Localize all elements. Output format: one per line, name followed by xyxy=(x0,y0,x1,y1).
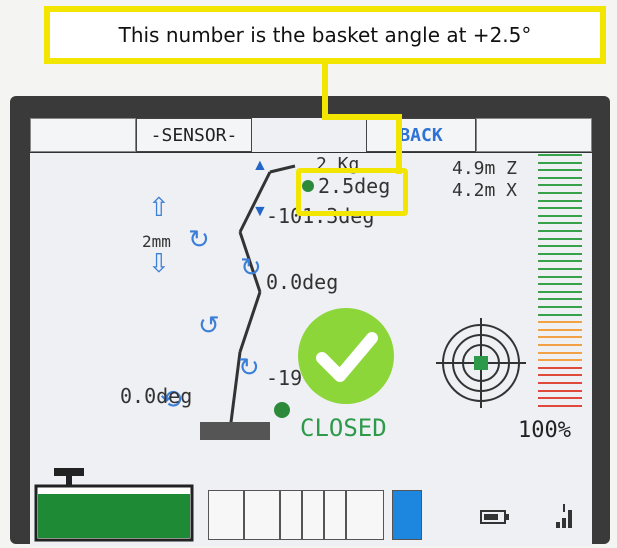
gauge-line xyxy=(538,328,582,331)
gauge-line xyxy=(538,404,582,407)
gauge-line xyxy=(538,199,582,202)
gauge-line xyxy=(538,359,582,362)
gauge-line xyxy=(538,230,582,232)
gauge-line xyxy=(538,237,582,240)
segment-4 xyxy=(302,490,324,540)
gauge-percent: 100% xyxy=(518,418,571,443)
callout-connector-horizontal xyxy=(322,114,402,120)
gauge-line xyxy=(538,366,582,369)
back-button[interactable]: BACK xyxy=(366,118,476,152)
callout-connector-down xyxy=(396,114,402,174)
target-icon xyxy=(436,318,526,408)
gauge-line xyxy=(538,351,582,354)
fuel-tank-icon xyxy=(34,468,194,542)
tab-blank-left[interactable] xyxy=(30,118,136,152)
height-readout: 2mm xyxy=(142,232,171,251)
extend-up-icon: ⇧ xyxy=(148,192,170,222)
gauge-line xyxy=(538,283,582,286)
segment-3 xyxy=(280,490,302,540)
gauge-line xyxy=(538,268,582,270)
callout-text: This number is the basket angle at +2.5° xyxy=(118,23,532,47)
gauge-line xyxy=(538,306,582,308)
gauge-line xyxy=(538,214,582,217)
gauge-line xyxy=(538,336,582,339)
gauge-line xyxy=(538,389,582,392)
gauge-line xyxy=(538,382,582,384)
jib-angle-value: -19 xyxy=(266,366,303,390)
up-arrow-icon: ▲ xyxy=(252,157,268,174)
gauge-line xyxy=(538,344,582,346)
rotate-jib-icon: ↺ xyxy=(198,310,220,340)
tab-blank-right[interactable] xyxy=(476,118,592,152)
segment-indicator xyxy=(208,490,422,540)
gauge-line xyxy=(538,298,582,301)
gauge-line xyxy=(538,245,582,248)
gauge-line xyxy=(538,374,582,377)
check-circle-icon xyxy=(298,308,394,404)
rotate-jib-2-icon: ↻ xyxy=(238,352,260,382)
closed-status: CLOSED xyxy=(300,414,387,442)
extend-down-icon: ⇩ xyxy=(148,248,170,278)
callout-box: This number is the basket angle at +2.5° xyxy=(44,6,606,64)
middle-angle-readout: 0.0deg xyxy=(266,270,339,294)
gauge-line xyxy=(538,260,582,263)
rotate-icon: ↻ xyxy=(188,224,210,254)
gauge-line xyxy=(538,176,582,179)
gauge-line xyxy=(538,290,582,293)
gauge-line xyxy=(538,252,582,255)
callout-connector xyxy=(322,64,328,120)
level-bar-gauge xyxy=(538,154,582,416)
gauge-line xyxy=(538,313,582,316)
signal-icon xyxy=(556,504,572,528)
gauge-line xyxy=(538,154,582,156)
segment-6 xyxy=(346,490,384,540)
segment-2 xyxy=(244,490,280,540)
segment-1 xyxy=(208,490,244,540)
gauge-line xyxy=(538,207,582,210)
gauge-line xyxy=(538,321,582,324)
basket-angle-highlight xyxy=(296,168,408,216)
segment-7-active xyxy=(392,490,422,540)
gauge-line xyxy=(538,192,582,194)
gauge-line xyxy=(538,161,582,164)
gauge-line xyxy=(538,397,582,400)
gauge-line xyxy=(538,169,582,172)
segment-5 xyxy=(324,490,346,540)
battery-icon xyxy=(480,510,509,524)
gauge-line xyxy=(538,184,582,187)
tab-bar: -SENSOR- BACK xyxy=(30,118,592,153)
left-angle-readout: 0.0deg xyxy=(120,384,193,408)
gauge-line xyxy=(538,275,582,278)
z-distance-readout: 4.9m Z xyxy=(452,158,518,179)
gauge-line xyxy=(538,222,582,225)
rotate-middle-icon: ↻ xyxy=(240,252,262,282)
x-distance-readout: 4.2m X xyxy=(452,180,518,201)
tab-sensor[interactable]: -SENSOR- xyxy=(136,118,252,152)
